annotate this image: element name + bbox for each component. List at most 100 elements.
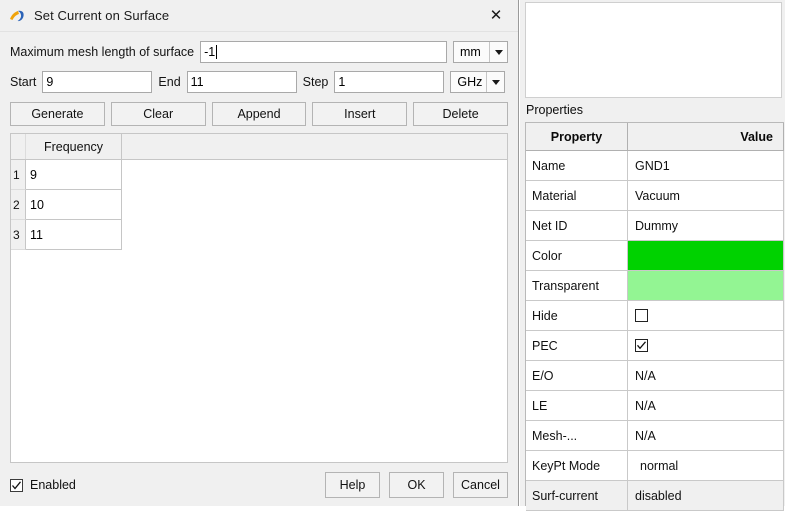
property-value[interactable] (628, 331, 784, 360)
property-value[interactable]: N/A (628, 421, 784, 450)
row-index: 1 (11, 160, 26, 190)
mesh-length-value: -1 (204, 45, 215, 59)
enabled-checkbox[interactable] (10, 479, 23, 492)
cancel-button[interactable]: Cancel (453, 472, 508, 498)
generate-button[interactable]: Generate (10, 102, 105, 126)
column-header-frequency[interactable]: Frequency (26, 134, 122, 159)
dialog-titlebar: Set Current on Surface ✕ (0, 0, 518, 32)
property-value[interactable]: Dummy (628, 211, 784, 240)
property-row-eo[interactable]: E/O N/A (526, 361, 784, 391)
property-row-color[interactable]: Color (526, 241, 784, 271)
row-filler (122, 160, 507, 190)
table-row[interactable]: 1 9 (11, 160, 507, 190)
property-row-surf-current[interactable]: Surf-current disabled (526, 481, 784, 511)
start-value: 9 (46, 75, 53, 89)
hide-checkbox[interactable] (635, 309, 648, 322)
property-label: E/O (526, 361, 628, 390)
property-label: Mesh-... (526, 421, 628, 450)
table-corner-cell (11, 134, 26, 159)
property-label: Transparent (526, 271, 628, 300)
start-input[interactable]: 9 (42, 71, 152, 93)
property-row-hide[interactable]: Hide (526, 301, 784, 331)
text-caret (216, 45, 217, 59)
chevron-down-icon[interactable] (486, 72, 504, 92)
app-icon (8, 7, 26, 25)
row-index: 2 (11, 190, 26, 220)
property-row-le[interactable]: LE N/A (526, 391, 784, 421)
property-row-name[interactable]: Name GND1 (526, 151, 784, 181)
clear-button[interactable]: Clear (111, 102, 206, 126)
dialog-footer: Enabled Help OK Cancel (10, 472, 508, 498)
cell-frequency[interactable]: 11 (26, 220, 122, 250)
property-value[interactable] (628, 241, 784, 270)
dialog-title: Set Current on Surface (34, 8, 169, 23)
set-current-on-surface-dialog: Set Current on Surface ✕ Maximum mesh le… (0, 0, 519, 506)
step-input[interactable]: 1 (334, 71, 444, 93)
properties-table: Property Value Name GND1 Material Vacuum… (525, 122, 784, 506)
delete-button[interactable]: Delete (413, 102, 508, 126)
insert-button[interactable]: Insert (312, 102, 407, 126)
property-row-mesh[interactable]: Mesh-... N/A (526, 421, 784, 451)
enabled-label: Enabled (30, 478, 76, 492)
property-value[interactable]: GND1 (628, 151, 784, 180)
frequency-unit-select[interactable]: GHz (450, 71, 505, 93)
property-value[interactable]: Vacuum (628, 181, 784, 210)
color-swatch[interactable] (628, 241, 783, 270)
dialog-body: Maximum mesh length of surface -1 mm Sta… (0, 40, 518, 498)
transparent-swatch[interactable] (628, 271, 783, 300)
frequency-sweep-row: Start 9 End 11 Step 1 GHz (10, 70, 508, 94)
properties-panel-title: Properties (526, 103, 583, 117)
mesh-unit-value: mm (454, 45, 489, 59)
step-label: Step (303, 75, 329, 89)
property-value[interactable]: normal (628, 451, 784, 480)
right-pane: Properties Property Value Name GND1 Mate… (520, 0, 785, 506)
property-label: Color (526, 241, 628, 270)
frequency-table[interactable]: Frequency 1 9 2 10 3 11 (10, 133, 508, 463)
property-value[interactable]: N/A (628, 391, 784, 420)
model-tree-panel[interactable] (525, 2, 782, 98)
ok-button[interactable]: OK (389, 472, 444, 498)
table-row[interactable]: 3 11 (11, 220, 507, 250)
screen-root: Set Current on Surface ✕ Maximum mesh le… (0, 0, 785, 506)
mesh-unit-select[interactable]: mm (453, 41, 508, 63)
check-icon (636, 340, 647, 351)
row-index: 3 (11, 220, 26, 250)
step-value: 1 (338, 75, 345, 89)
property-row-net-id[interactable]: Net ID Dummy (526, 211, 784, 241)
start-label: Start (10, 75, 36, 89)
property-row-keypt-mode[interactable]: KeyPt Mode normal (526, 451, 784, 481)
action-button-row: Generate Clear Append Insert Delete (10, 102, 508, 126)
chevron-down-icon[interactable] (489, 42, 507, 62)
property-value[interactable]: N/A (628, 361, 784, 390)
property-label: Net ID (526, 211, 628, 240)
column-header-value[interactable]: Value (628, 123, 784, 150)
mesh-length-input[interactable]: -1 (200, 41, 447, 63)
end-input[interactable]: 11 (187, 71, 297, 93)
row-filler (122, 220, 507, 250)
property-label: PEC (526, 331, 628, 360)
header-filler (122, 134, 507, 159)
append-button[interactable]: Append (212, 102, 307, 126)
property-row-pec[interactable]: PEC (526, 331, 784, 361)
frequency-unit-value: GHz (451, 75, 486, 89)
row-filler (122, 190, 507, 220)
property-row-transparent[interactable]: Transparent (526, 271, 784, 301)
property-value[interactable] (628, 271, 784, 300)
help-button[interactable]: Help (325, 472, 380, 498)
close-icon[interactable]: ✕ (474, 0, 518, 30)
property-value[interactable] (628, 301, 784, 330)
property-label: LE (526, 391, 628, 420)
pec-checkbox[interactable] (635, 339, 648, 352)
property-label: Hide (526, 301, 628, 330)
table-row[interactable]: 2 10 (11, 190, 507, 220)
cell-frequency[interactable]: 9 (26, 160, 122, 190)
column-header-property[interactable]: Property (526, 123, 628, 150)
properties-header-row: Property Value (526, 123, 784, 151)
property-row-material[interactable]: Material Vacuum (526, 181, 784, 211)
mesh-length-row: Maximum mesh length of surface -1 mm (10, 40, 508, 64)
end-value: 11 (191, 75, 204, 89)
cell-frequency[interactable]: 10 (26, 190, 122, 220)
end-label: End (158, 75, 180, 89)
property-label: Material (526, 181, 628, 210)
table-header-row: Frequency (11, 134, 507, 160)
